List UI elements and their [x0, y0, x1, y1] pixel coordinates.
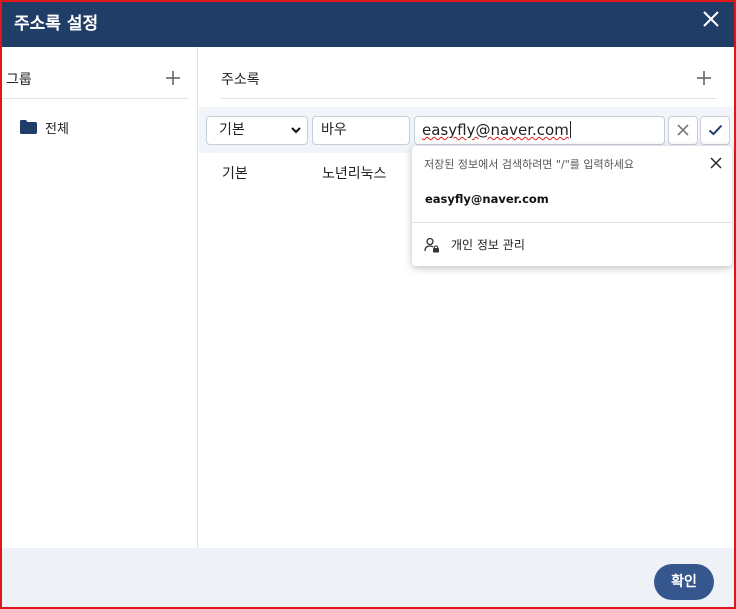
- autocomplete-suggestion[interactable]: easyfly@naver.com: [425, 192, 549, 206]
- ok-button[interactable]: 확인: [654, 564, 714, 600]
- contact-type-select[interactable]: 기본: [206, 116, 308, 145]
- dropdown-divider: [412, 222, 732, 223]
- manage-personal-info-item[interactable]: 개인 정보 관리: [424, 236, 525, 253]
- confirm-edit-button[interactable]: [700, 116, 730, 145]
- person-lock-icon: [424, 237, 439, 252]
- close-icon: [677, 124, 689, 136]
- add-group-plus-icon[interactable]: [164, 69, 182, 87]
- folder-icon: [20, 120, 37, 134]
- group-item-all[interactable]: 전체: [20, 117, 69, 137]
- group-header-label: 그룹: [6, 72, 32, 88]
- contact-email-input[interactable]: easyfly@naver.com: [414, 116, 665, 145]
- chevron-down-icon: [291, 127, 301, 134]
- add-contact-plus-icon[interactable]: [695, 69, 713, 87]
- contact-email-value: easyfly@naver.com: [422, 121, 569, 139]
- contact-row-name: 노년리눅스: [322, 166, 387, 182]
- group-item-label: 전체: [45, 121, 69, 137]
- text-cursor: [569, 121, 571, 138]
- group-header: 그룹: [2, 67, 188, 99]
- dialog-titlebar: 주소록 설정: [2, 2, 734, 47]
- close-icon[interactable]: [710, 157, 722, 169]
- contact-name-value: 바우: [321, 122, 347, 138]
- addressbook-header: 주소록: [221, 67, 717, 99]
- addressbook-header-label: 주소록: [221, 72, 260, 88]
- dialog-footer: 확인: [2, 548, 734, 607]
- autocomplete-hint: 저장된 정보에서 검색하려면 "/"를 입력하세요: [424, 158, 634, 171]
- dialog-title: 주소록 설정: [14, 14, 99, 34]
- group-panel: 그룹 전체: [2, 47, 198, 548]
- addressbook-panel: 주소록 기본 바우 easyfly@naver.com 기본 노년리눅스: [199, 47, 734, 548]
- manage-personal-info-label: 개인 정보 관리: [451, 238, 525, 252]
- autocomplete-dropdown: 저장된 정보에서 검색하려면 "/"를 입력하세요 easyfly@naver.…: [412, 146, 732, 266]
- contact-type-value: 기본: [219, 122, 245, 138]
- contact-row-type: 기본: [222, 166, 248, 182]
- contact-name-input[interactable]: 바우: [312, 116, 410, 145]
- check-icon: [708, 124, 723, 136]
- close-icon[interactable]: [700, 8, 722, 30]
- cancel-edit-button[interactable]: [668, 116, 698, 145]
